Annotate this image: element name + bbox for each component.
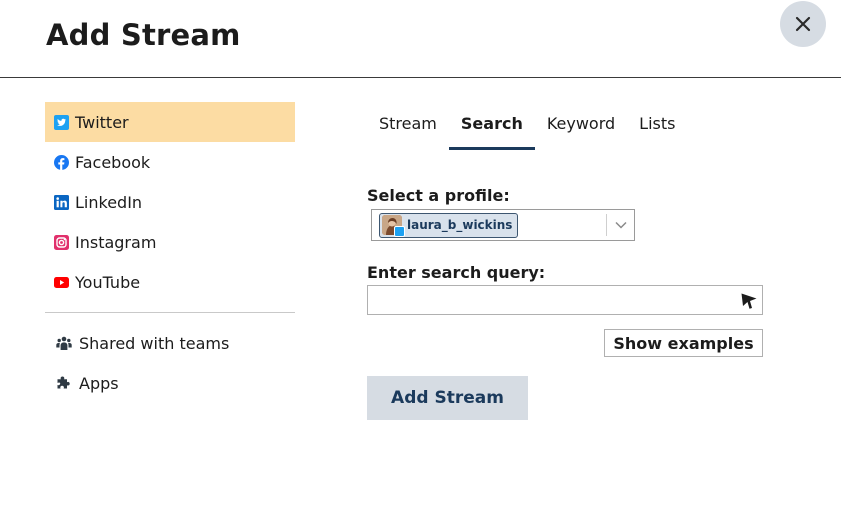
- profile-label: Select a profile:: [367, 186, 510, 205]
- close-icon: [795, 16, 811, 32]
- dialog-header: Add Stream: [0, 0, 841, 78]
- sidebar-item-shared-with-teams[interactable]: Shared with teams: [45, 323, 295, 363]
- youtube-icon: [54, 275, 69, 290]
- sidebar-item-twitter[interactable]: Twitter: [45, 102, 295, 142]
- network-sidebar: Twitter Facebook LinkedIn Instagram YouT…: [45, 102, 295, 403]
- sidebar-item-linkedin[interactable]: LinkedIn: [45, 182, 295, 222]
- add-stream-button[interactable]: Add Stream: [367, 376, 528, 420]
- twitter-icon: [54, 114, 69, 130]
- sidebar-item-label: YouTube: [75, 272, 141, 292]
- profile-select[interactable]: laura_b_wickins: [371, 209, 635, 241]
- profile-name: laura_b_wickins: [407, 218, 513, 232]
- chevron-down-icon[interactable]: [614, 218, 628, 232]
- close-button[interactable]: [780, 1, 826, 47]
- sidebar-item-instagram[interactable]: Instagram: [45, 222, 295, 262]
- puzzle-icon: [56, 375, 72, 391]
- dialog-title: Add Stream: [46, 18, 241, 52]
- sidebar-item-label: Instagram: [75, 232, 157, 252]
- twitter-badge-icon: [394, 226, 405, 237]
- sidebar-divider: [45, 312, 295, 313]
- sidebar-item-label: LinkedIn: [75, 192, 143, 212]
- tab-keyword[interactable]: Keyword: [535, 104, 627, 150]
- facebook-icon: [54, 154, 69, 170]
- linkedin-icon: [54, 194, 69, 210]
- query-label: Enter search query:: [367, 263, 546, 282]
- show-examples-button[interactable]: Show examples: [604, 329, 763, 357]
- sidebar-item-youtube[interactable]: YouTube: [45, 262, 295, 302]
- select-divider: [606, 214, 607, 236]
- sidebar-item-label: Twitter: [75, 112, 129, 132]
- tab-stream[interactable]: Stream: [367, 104, 449, 150]
- sidebar-item-facebook[interactable]: Facebook: [45, 142, 295, 182]
- instagram-icon: [54, 234, 69, 250]
- sidebar-item-label: Facebook: [75, 152, 151, 172]
- sidebar-item-apps[interactable]: Apps: [45, 363, 295, 403]
- sidebar-item-label: Apps: [79, 373, 119, 393]
- avatar: [382, 215, 405, 237]
- search-query-input[interactable]: [367, 285, 763, 315]
- stream-type-tabs: Stream Search Keyword Lists: [367, 104, 687, 150]
- teams-icon: [56, 335, 72, 351]
- tab-search[interactable]: Search: [448, 104, 535, 150]
- profile-chip[interactable]: laura_b_wickins: [379, 212, 519, 238]
- cursor-icon: [739, 291, 759, 311]
- tab-lists[interactable]: Lists: [627, 104, 687, 150]
- sidebar-item-label: Shared with teams: [79, 333, 230, 353]
